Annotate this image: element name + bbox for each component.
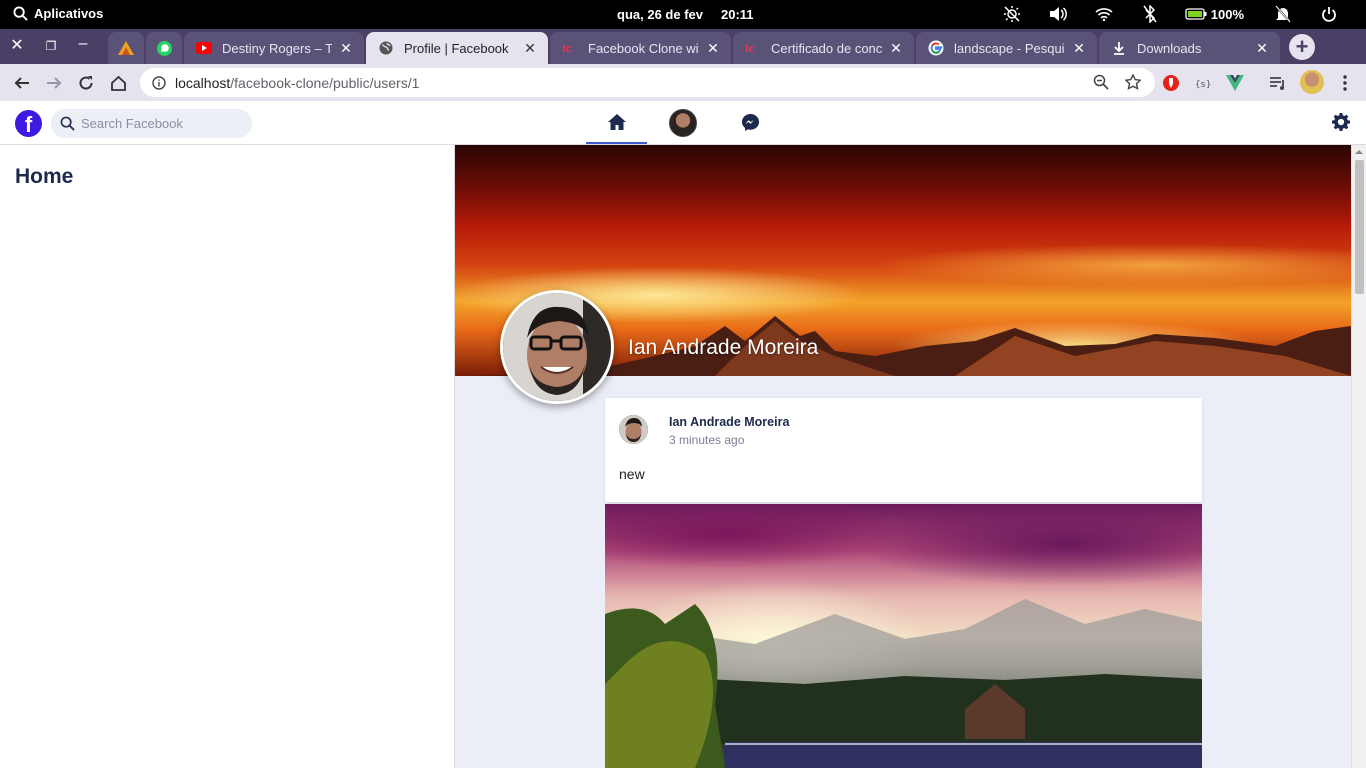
tab-close-icon[interactable]: ✕ [705,40,721,56]
post-card: Ian Andrade Moreira 3 minutes ago new [605,398,1202,502]
extension-code-icon[interactable]: {s} [1193,73,1213,93]
search-icon [13,6,28,21]
tab-title: Certificado de conclu [771,40,882,56]
tab-title: landscape - Pesquisa [954,40,1065,56]
battery-percent: 100% [1210,6,1244,22]
bookmark-star-icon[interactable] [1124,73,1142,93]
avatar [669,108,697,137]
tab-close-icon[interactable]: ✕ [1071,40,1087,56]
laravel-icon: lc [562,40,578,56]
post-image-landscape [605,599,1202,768]
power-icon [1306,5,1352,23]
back-icon[interactable] [12,73,32,93]
search-input[interactable] [81,116,241,131]
window-restore-icon[interactable]: ❐ [43,38,59,54]
address-bar[interactable]: localhost/facebook-clone/public/users/1 [140,68,1155,97]
tab-profile-facebook[interactable]: Profile | Facebook ✕ [366,32,548,64]
new-tab-button[interactable]: + [1289,34,1315,60]
tab-close-icon[interactable]: ✕ [338,40,354,56]
os-apps-menu[interactable]: Aplicativos [13,6,103,21]
browser-profile-avatar[interactable] [1300,70,1324,94]
vue-devtools-icon[interactable] [1225,73,1245,93]
tab-facebook-clone[interactable]: lc Facebook Clone with ✕ [550,32,731,64]
avatar[interactable] [619,415,648,444]
fb-search-box[interactable] [51,109,252,138]
sidebar-title: Home [15,165,74,188]
extension-red-icon[interactable] [1161,73,1181,93]
laravel-icon: lc [745,40,761,56]
post-author[interactable]: Ian Andrade Moreira [669,415,789,429]
messenger-icon [741,113,759,132]
whatsapp-icon [156,40,172,56]
post-body: new [619,466,645,482]
profile-photo-image [503,293,611,401]
os-date: qua, 26 de fev [617,7,703,22]
fb-header: f [0,101,1366,145]
bluetooth-off-icon [1127,5,1173,23]
nav-messenger[interactable] [722,101,778,144]
url-path: /facebook-clone/public/users/1 [230,74,420,91]
svg-text:lc: lc [562,44,571,53]
volume-icon [1035,5,1081,23]
tab-certificado[interactable]: lc Certificado de conclu ✕ [733,32,914,64]
home-icon [607,113,626,130]
post-time: 3 minutes ago [669,433,745,447]
profile-name: Ian Andrade Moreira [628,336,819,359]
left-sidebar: Home [0,145,455,768]
os-top-bar: Aplicativos qua, 26 de fev 20:11 100% [0,0,1366,29]
settings-gear-icon[interactable] [1332,113,1352,133]
browser-toolbar: localhost/facebook-clone/public/users/1 … [0,64,1366,101]
notifications-off-icon [1260,5,1306,23]
google-icon [928,40,944,56]
youtube-icon [196,40,212,56]
page-scrollbar[interactable] [1351,145,1366,768]
tab-landscape-search[interactable]: landscape - Pesquisa ✕ [916,32,1097,64]
facebook-logo-icon[interactable]: f [15,110,42,137]
site-info-icon[interactable] [149,75,169,90]
wifi-icon [1081,5,1127,23]
night-light-icon [989,5,1035,23]
forward-icon[interactable] [44,73,64,93]
svg-text:{s}: {s} [1195,80,1211,89]
home-icon[interactable] [108,73,128,93]
profile-photo[interactable] [500,290,614,404]
post-image[interactable] [605,504,1202,768]
nav-profile[interactable] [655,101,711,144]
profile-main: Ian Andrade Moreira Ian Andrade Moreira … [455,145,1351,768]
scroll-up-arrow-icon[interactable] [1355,148,1363,156]
url-host: localhost [175,74,231,91]
tab-title: Downloads [1137,40,1202,56]
tab-pinned-sicredi[interactable] [108,32,144,64]
os-apps-label: Aplicativos [34,6,104,21]
tab-close-icon[interactable]: ✕ [1254,40,1270,56]
tab-downloads[interactable]: Downloads ✕ [1099,32,1280,64]
scrollbar-thumb[interactable] [1355,160,1364,294]
nav-home[interactable] [586,101,647,144]
window-minimize-icon[interactable]: – [75,36,91,52]
reload-icon[interactable] [76,73,96,93]
url-text: localhost/facebook-clone/public/users/1 [175,75,419,91]
svg-text:lc: lc [745,44,754,53]
window-close-icon[interactable]: ✕ [9,38,25,54]
tab-pinned-whatsapp[interactable] [146,32,182,64]
tab-title: Destiny Rogers – Tom [222,40,332,56]
os-clock[interactable]: qua, 26 de fev 20:11 [617,7,754,22]
tab-title: Profile | Facebook [404,40,509,56]
zoom-icon[interactable] [1093,74,1109,93]
search-icon [60,116,75,131]
sicredi-icon [118,41,134,55]
globe-icon [378,40,394,56]
tab-close-icon[interactable]: ✕ [522,40,538,56]
os-time: 20:11 [720,7,754,22]
os-tray[interactable]: 100% [989,5,1352,23]
tab-title: Facebook Clone with [588,40,699,56]
download-icon [1111,40,1127,56]
tab-close-icon[interactable]: ✕ [888,40,904,56]
media-queue-icon[interactable] [1268,73,1288,93]
browser-tab-strip: ✕ ❐ – Destiny Rogers – Tom ✕ Profile | F… [0,29,1366,64]
browser-menu-icon[interactable] [1335,73,1355,93]
tab-youtube[interactable]: Destiny Rogers – Tom ✕ [184,32,364,64]
